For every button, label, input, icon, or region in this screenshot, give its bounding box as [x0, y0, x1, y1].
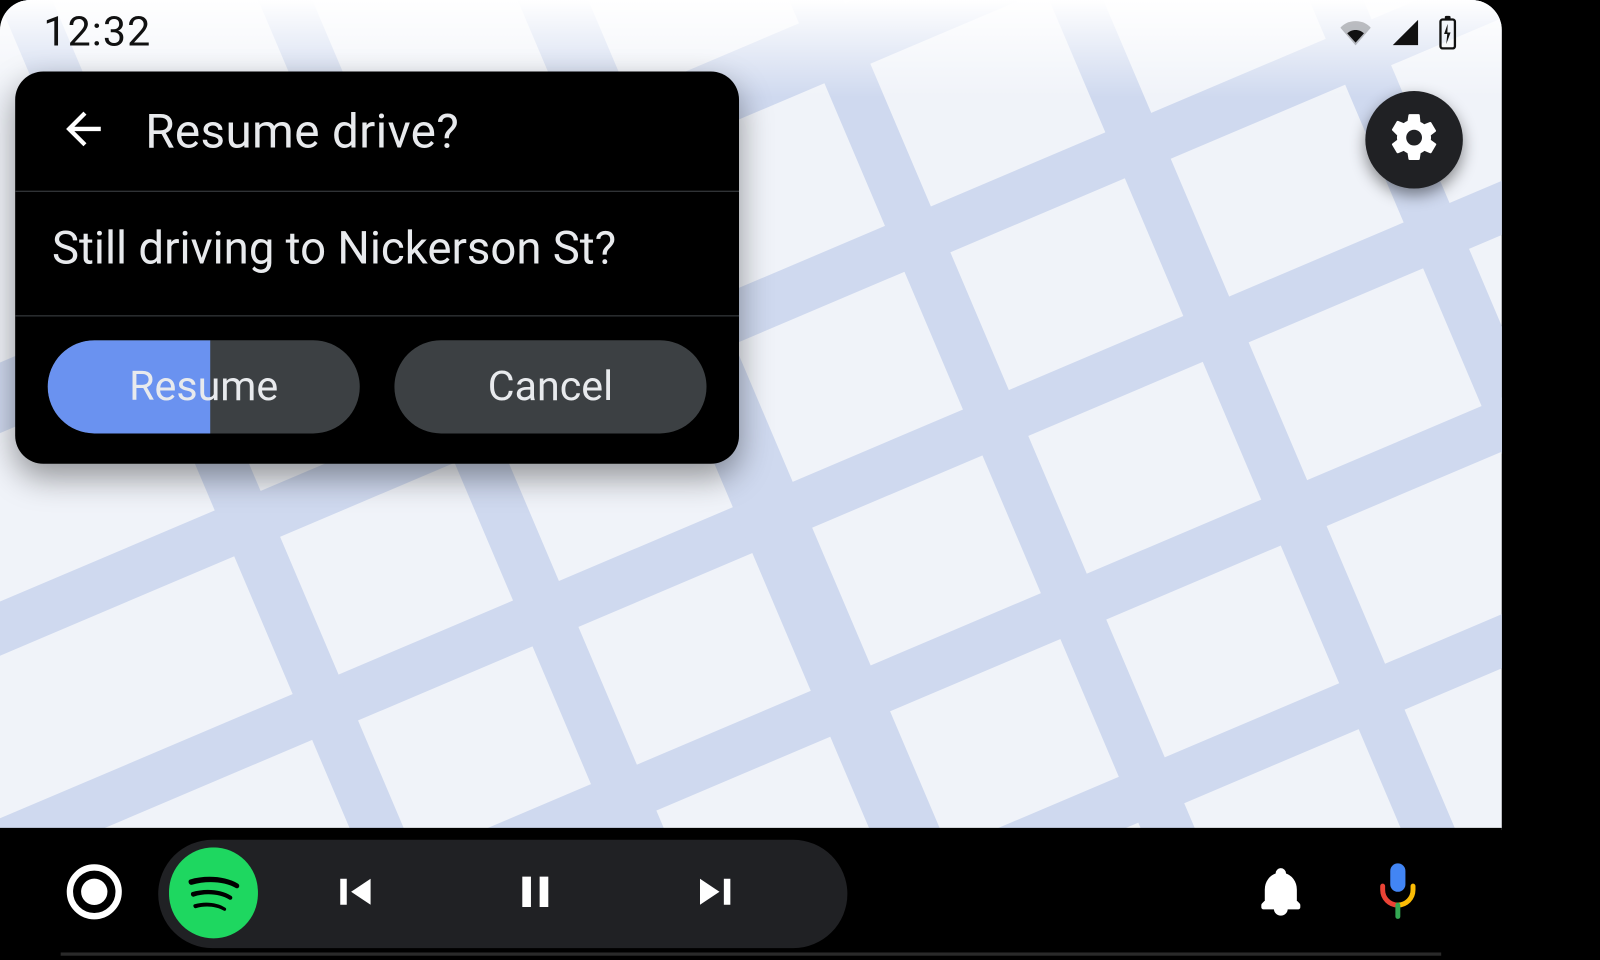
home-button[interactable] [61, 860, 128, 927]
battery-charging-icon [1437, 15, 1459, 50]
dialog-title: Resume drive? [145, 103, 459, 159]
resume-button-label: Resume [129, 363, 278, 411]
media-app-button[interactable] [169, 850, 258, 939]
cancel-button-label: Cancel [488, 363, 613, 411]
bell-icon [1255, 866, 1307, 922]
resume-drive-dialog: Resume drive? Still driving to Nickerson… [15, 72, 739, 464]
status-clock: 12:32 [43, 9, 151, 57]
play-pause-button[interactable] [449, 840, 622, 948]
wifi-icon [1337, 17, 1374, 47]
notifications-button[interactable] [1237, 851, 1324, 938]
skip-previous-icon [327, 866, 379, 922]
google-assistant-mic-icon [1374, 861, 1422, 926]
dialog-message: Still driving to Nickerson St? [52, 220, 702, 278]
skip-next-icon [691, 866, 743, 922]
bottom-nav-bar [0, 828, 1502, 960]
voice-assistant-button[interactable] [1355, 851, 1442, 938]
cell-signal-icon [1389, 17, 1422, 47]
status-icons [1337, 15, 1458, 50]
gear-icon [1387, 111, 1441, 170]
circle-home-icon [65, 863, 124, 926]
arrow-back-icon [57, 103, 109, 159]
spotify-icon [169, 847, 258, 940]
cancel-button[interactable]: Cancel [394, 340, 706, 433]
map-settings-button[interactable] [1365, 91, 1463, 189]
resume-button[interactable]: Resume [48, 340, 360, 433]
pause-icon [509, 866, 561, 922]
status-bar: 12:32 [0, 0, 1502, 65]
next-track-button[interactable] [631, 840, 804, 948]
media-controls-pill [158, 840, 847, 948]
back-button[interactable] [50, 98, 117, 165]
previous-track-button[interactable] [267, 840, 440, 948]
